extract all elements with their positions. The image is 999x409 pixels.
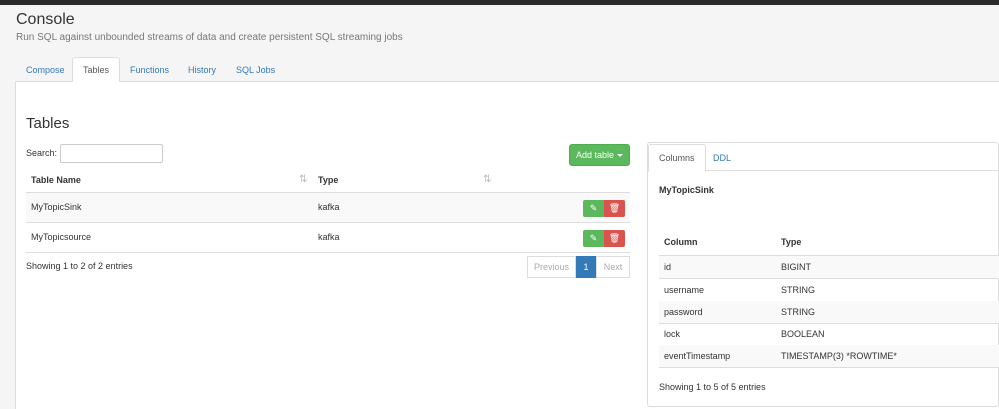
columns-info: Showing 1 to 5 of 5 entries bbox=[659, 382, 766, 392]
sort-icon[interactable]: ⇅ bbox=[299, 175, 307, 185]
add-table-button[interactable]: Add table bbox=[569, 144, 630, 166]
tab-columns[interactable]: Columns bbox=[648, 144, 706, 172]
caret-down-icon bbox=[617, 154, 624, 158]
column-header-table-name[interactable]: Table Name bbox=[31, 170, 81, 192]
column-name-cell: password bbox=[664, 307, 703, 317]
tab-functions[interactable]: Functions bbox=[119, 57, 180, 82]
column-type-cell: BOOLEAN bbox=[781, 329, 825, 339]
trash-icon: 🗑 bbox=[608, 203, 621, 213]
trash-icon: 🗑 bbox=[608, 233, 621, 243]
column-name-cell: lock bbox=[664, 329, 681, 339]
edit-button[interactable]: ✎ bbox=[583, 200, 604, 217]
column-name-cell: username bbox=[664, 285, 705, 295]
column-header-column-type: Type bbox=[781, 237, 802, 247]
tables-info: Showing 1 to 2 of 2 entries bbox=[26, 261, 133, 271]
column-row: username STRING bbox=[659, 279, 999, 302]
table-row[interactable]: MyTopicsource kafka ✎ 🗑 bbox=[26, 223, 630, 253]
top-bar bbox=[0, 0, 999, 5]
delete-button[interactable]: 🗑 bbox=[604, 230, 625, 247]
sort-icon[interactable]: ⇅ bbox=[483, 175, 491, 185]
pagination-page-1[interactable]: 1 bbox=[576, 256, 596, 278]
table-type-cell: kafka bbox=[318, 232, 340, 242]
tables-heading: Tables bbox=[26, 115, 70, 132]
pencil-icon: ✎ bbox=[589, 203, 598, 213]
column-type-cell: TIMESTAMP(3) *ROWTIME* bbox=[781, 351, 897, 361]
table-name-cell: MyTopicsource bbox=[31, 232, 92, 242]
column-row: id BIGINT bbox=[659, 256, 999, 279]
page-title: Console bbox=[16, 11, 75, 28]
table-type-cell: kafka bbox=[318, 202, 340, 212]
column-type-cell: BIGINT bbox=[781, 262, 812, 272]
column-type-cell: STRING bbox=[781, 285, 816, 295]
delete-button[interactable]: 🗑 bbox=[604, 200, 625, 217]
detail-tabs: Columns DDL bbox=[647, 142, 999, 172]
search-input[interactable] bbox=[60, 144, 163, 163]
table-name-cell: MyTopicSink bbox=[31, 202, 82, 212]
column-row: eventTimestamp TIMESTAMP(3) *ROWTIME* bbox=[659, 345, 999, 368]
tab-compose[interactable]: Compose bbox=[15, 57, 76, 82]
column-name-cell: eventTimestamp bbox=[664, 351, 731, 361]
column-name-cell: id bbox=[664, 262, 672, 272]
pencil-icon: ✎ bbox=[589, 233, 598, 243]
add-table-label: Add table bbox=[575, 150, 615, 160]
selected-table-title: MyTopicSink bbox=[659, 185, 714, 195]
column-header-column: Column bbox=[664, 237, 698, 247]
tab-tables[interactable]: Tables bbox=[72, 57, 121, 83]
pagination-next[interactable]: Next bbox=[596, 256, 630, 278]
tab-sql-jobs[interactable]: SQL Jobs bbox=[225, 57, 286, 82]
tab-history[interactable]: History bbox=[177, 57, 227, 82]
pagination-previous[interactable]: Previous bbox=[527, 256, 576, 278]
tab-ddl[interactable]: DDL bbox=[702, 144, 742, 172]
column-header-type[interactable]: Type bbox=[318, 170, 338, 192]
column-type-cell: STRING bbox=[781, 307, 816, 317]
column-row: lock BOOLEAN bbox=[659, 323, 999, 346]
main-tabs: Compose Tables Functions History SQL Job… bbox=[15, 57, 999, 83]
edit-button[interactable]: ✎ bbox=[583, 230, 604, 247]
search-label: Search: bbox=[26, 148, 58, 158]
column-row: password STRING bbox=[659, 301, 999, 324]
table-row[interactable]: MyTopicSink kafka ✎ 🗑 bbox=[26, 193, 630, 223]
page-subtitle: Run SQL against unbounded streams of dat… bbox=[16, 32, 403, 43]
